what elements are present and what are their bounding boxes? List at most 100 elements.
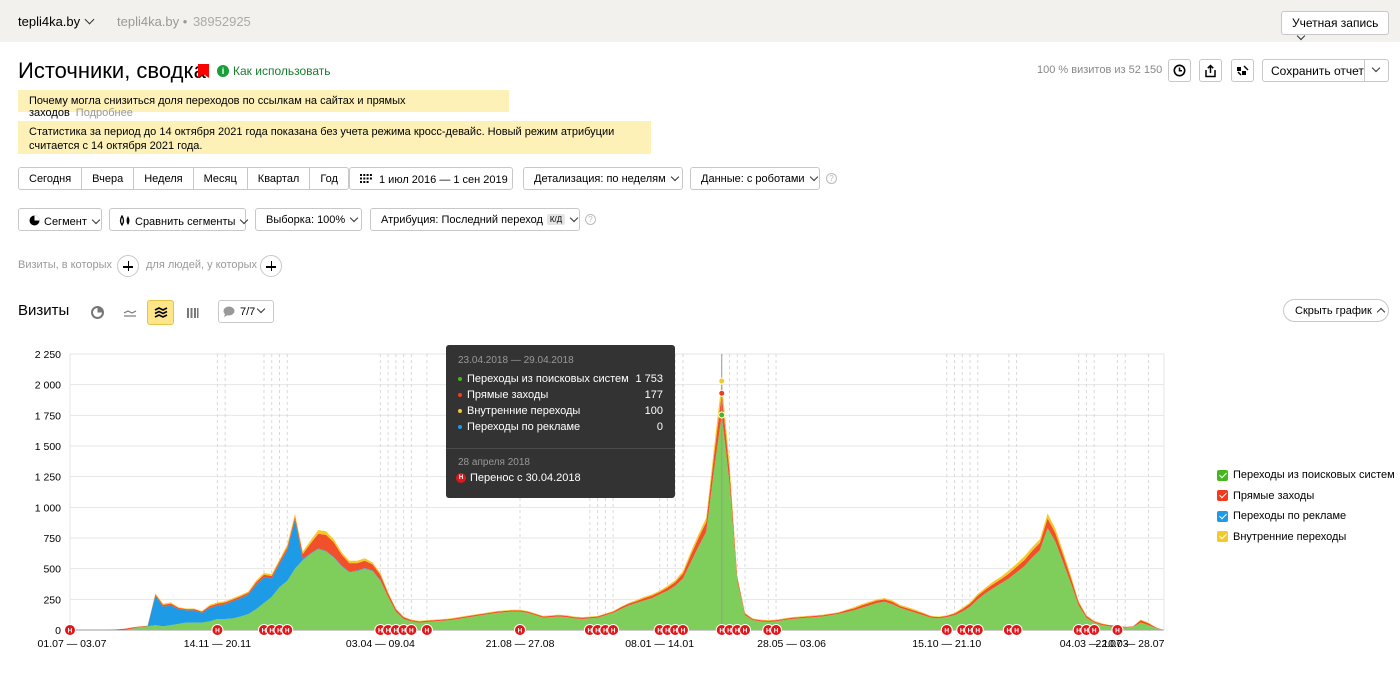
x-tick-label: 15.10 — 21.10 bbox=[912, 638, 981, 650]
tooltip-row-name: Переходы из поисковых систем bbox=[467, 373, 629, 385]
info-icon: i bbox=[217, 65, 229, 77]
period-month-button[interactable]: Месяц bbox=[194, 168, 248, 189]
holiday-marker-icon: Н bbox=[456, 473, 466, 483]
counter-id: 38952925 bbox=[192, 14, 251, 29]
pie-chart-toggle[interactable] bbox=[84, 300, 111, 325]
help-icon[interactable]: ? bbox=[585, 214, 596, 225]
tooltip-divider bbox=[446, 448, 675, 449]
chevron-down-icon[interactable] bbox=[1371, 63, 1381, 73]
y-tick-label: 2 250 bbox=[35, 349, 61, 361]
legend-item-internal[interactable]: Внутренние переходы bbox=[1217, 527, 1395, 548]
holiday-marker-label: Н bbox=[743, 628, 748, 635]
visits-condition-label: Визиты, в которых bbox=[18, 259, 112, 271]
chevron-down-icon bbox=[84, 14, 95, 25]
holiday-marker-label: Н bbox=[425, 628, 430, 635]
tooltip-row-name: Внутренние переходы bbox=[467, 405, 581, 417]
save-report-label: Сохранить отчет bbox=[1271, 64, 1364, 78]
save-report-button[interactable]: Сохранить отчет bbox=[1262, 59, 1389, 82]
line-chart-icon bbox=[123, 309, 136, 317]
area-chart-toggle[interactable] bbox=[147, 300, 174, 325]
holiday-marker-label: Н bbox=[1092, 628, 1097, 635]
counter-label: tepli4ka.by • 38952925 bbox=[117, 14, 251, 29]
tooltip-row: Переходы по рекламе 0 bbox=[458, 420, 663, 436]
legend-label: Внутренние переходы bbox=[1233, 530, 1347, 543]
add-people-condition-button[interactable] bbox=[260, 255, 282, 277]
period-yesterday-button[interactable]: Вчера bbox=[82, 168, 135, 189]
y-tick-label: 2 000 bbox=[35, 380, 61, 392]
history-button[interactable] bbox=[1168, 59, 1191, 82]
holiday-marker-label: Н bbox=[285, 628, 290, 635]
notice-crossdevice-line: считается с 14 октября 2021 года. bbox=[29, 140, 203, 152]
site-switcher[interactable]: tepli4ka.by bbox=[18, 14, 95, 29]
howto-link[interactable]: Как использовать bbox=[233, 64, 331, 78]
legend-item-ads[interactable]: Переходы по рекламе bbox=[1217, 506, 1395, 527]
holiday-marker-label: Н bbox=[681, 628, 686, 635]
segment-label: Сегмент bbox=[44, 216, 87, 228]
chart-legend: Переходы из поисковых систем Прямые захо… bbox=[1217, 465, 1395, 547]
period-week-button[interactable]: Неделя bbox=[134, 168, 194, 189]
notice-crossdevice-line: Статистика за период до 14 октября 2021 … bbox=[29, 126, 615, 138]
y-tick-label: 1 250 bbox=[35, 472, 61, 484]
holiday-marker-label: Н bbox=[1115, 628, 1120, 635]
series-dot-icon bbox=[458, 393, 462, 397]
export-button[interactable] bbox=[1199, 59, 1222, 82]
holiday-marker-label: Н bbox=[68, 628, 73, 635]
chevron-up-icon bbox=[1376, 307, 1386, 317]
holiday-marker-label: Н bbox=[944, 628, 949, 635]
series-dot-icon bbox=[458, 377, 462, 381]
tooltip-row: Переходы из поисковых систем 1 753 bbox=[458, 372, 663, 388]
holiday-marker-label: Н bbox=[409, 628, 414, 635]
add-visit-condition-button[interactable] bbox=[117, 255, 139, 277]
comments-count: 7/7 bbox=[240, 306, 256, 318]
series-dot-icon bbox=[458, 409, 462, 413]
tooltip-annotation-text: Перенос с 30.04.2018 bbox=[470, 472, 581, 484]
holiday-marker-label: Н bbox=[1014, 628, 1019, 635]
detail-select[interactable]: Детализация: по неделям bbox=[523, 167, 683, 190]
pie-icon bbox=[29, 215, 40, 226]
tooltip-row-value: 177 bbox=[644, 389, 663, 401]
period-quarter-button[interactable]: Квартал bbox=[248, 168, 311, 189]
pie-chart-icon bbox=[91, 306, 104, 319]
tooltip-row: Внутренние переходы 100 bbox=[458, 404, 663, 420]
attribution-select[interactable]: Атрибуция: Последний переход К/Д bbox=[370, 208, 580, 231]
checkbox-icon bbox=[1217, 469, 1228, 481]
chevron-down-icon bbox=[670, 172, 679, 182]
holiday-marker-label: Н bbox=[774, 628, 779, 635]
notice-more-link[interactable]: Подробнее bbox=[76, 107, 133, 119]
x-tick-label: 01.07 — 03.07 bbox=[38, 638, 107, 650]
help-icon[interactable]: ? bbox=[826, 173, 837, 184]
attribution-label: Атрибуция: Последний переход bbox=[381, 214, 543, 226]
chevron-down-icon bbox=[809, 172, 818, 182]
y-tick-label: 750 bbox=[43, 533, 61, 545]
quote-icon bbox=[1236, 64, 1249, 76]
comments-button[interactable]: 7/7 bbox=[218, 300, 274, 323]
people-condition-label: для людей, у которых bbox=[146, 259, 257, 271]
drops-icon bbox=[119, 214, 130, 227]
segment-button[interactable]: Сегмент bbox=[18, 208, 102, 231]
x-tick-label: 22.07 — 28.07 bbox=[1096, 638, 1165, 650]
legend-item-search[interactable]: Переходы из поисковых систем bbox=[1217, 465, 1395, 486]
sample-select[interactable]: Выборка: 100% bbox=[255, 208, 362, 231]
legend-item-direct[interactable]: Прямые заходы bbox=[1217, 486, 1395, 507]
date-range-picker[interactable]: 1 июл 2016 — 1 сен 2019 bbox=[349, 167, 513, 190]
chevron-down-icon bbox=[569, 213, 579, 223]
period-today-button[interactable]: Сегодня bbox=[19, 168, 83, 189]
x-tick-label: 28.05 — 03.06 bbox=[757, 638, 826, 650]
period-year-button[interactable]: Год bbox=[310, 168, 348, 189]
compare-segments-button[interactable]: Сравнить сегменты bbox=[109, 208, 249, 231]
account-button[interactable]: Учетная запись bbox=[1281, 11, 1389, 41]
line-chart-toggle[interactable] bbox=[116, 300, 143, 325]
holiday-marker-label: Н bbox=[518, 628, 523, 635]
page-title: Источники, сводка bbox=[18, 58, 206, 83]
x-tick-label: 21.08 — 27.08 bbox=[486, 638, 555, 650]
bar-chart-toggle[interactable] bbox=[179, 300, 206, 325]
tooltip-period: 23.04.2018 — 29.04.2018 bbox=[458, 355, 574, 366]
hide-chart-label: Скрыть график bbox=[1295, 305, 1372, 317]
tooltip-row-name: Прямые заходы bbox=[467, 389, 549, 401]
data-select[interactable]: Данные: с роботами bbox=[690, 167, 820, 190]
legend-label: Переходы по рекламе bbox=[1233, 510, 1347, 523]
hide-chart-button[interactable]: Скрыть график bbox=[1283, 299, 1389, 322]
y-tick-label: 1 000 bbox=[35, 502, 61, 514]
account-label: Учетная запись bbox=[1292, 16, 1379, 30]
api-button[interactable] bbox=[1231, 59, 1254, 82]
